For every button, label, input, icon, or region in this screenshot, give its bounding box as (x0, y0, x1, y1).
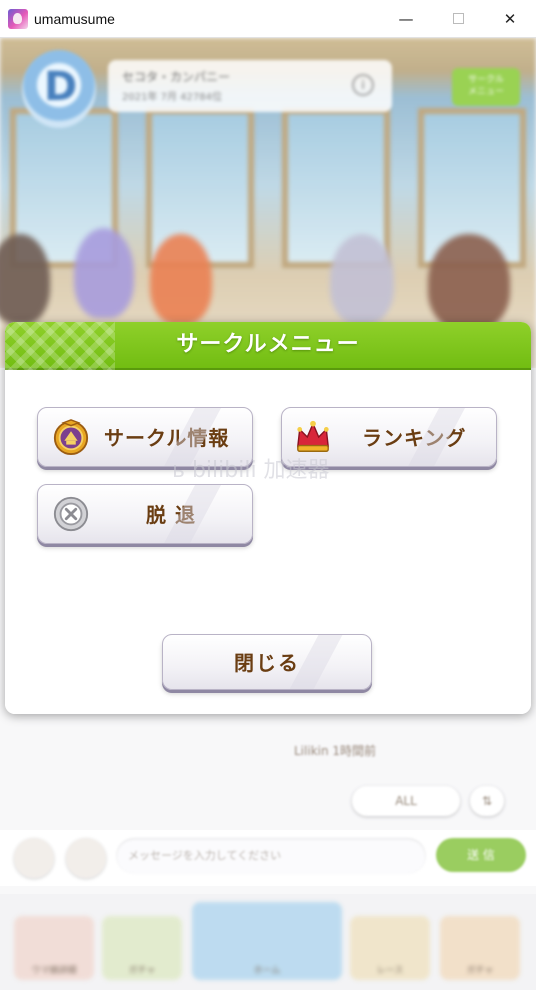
circle-menu-dialog: サークルメニュー サークル情報 ランキング 脱 退 閉じる (5, 322, 531, 714)
leave-circle-button[interactable]: 脱 退 (37, 484, 253, 544)
window-title: umamusume (34, 10, 115, 27)
minimize-button[interactable]: — (380, 0, 432, 38)
window-controls: — ✕ (380, 0, 536, 38)
leave-label: 脱 退 (146, 503, 196, 527)
close-dialog-button[interactable]: 閉じる (162, 634, 372, 690)
maximize-button[interactable] (432, 0, 484, 38)
watermark-text: ь bilibili 加速器 (172, 458, 330, 483)
ranking-label: ランキング (362, 426, 467, 450)
dialog-title: サークルメニュー (176, 332, 360, 357)
app-icon (8, 8, 28, 29)
screen: umamusume — ✕ セコタ・カンパニー 2021年 7月 42784位 … (0, 0, 536, 990)
maximize-icon (452, 13, 464, 24)
crown-icon (297, 420, 329, 452)
close-window-button[interactable]: ✕ (484, 0, 536, 38)
cancel-circle-icon (53, 496, 89, 532)
close-dialog-label: 閉じる (234, 651, 300, 675)
window-titlebar: umamusume — ✕ (0, 0, 536, 38)
circle-emblem-icon (53, 419, 89, 456)
dialog-header: サークルメニュー (5, 322, 531, 370)
